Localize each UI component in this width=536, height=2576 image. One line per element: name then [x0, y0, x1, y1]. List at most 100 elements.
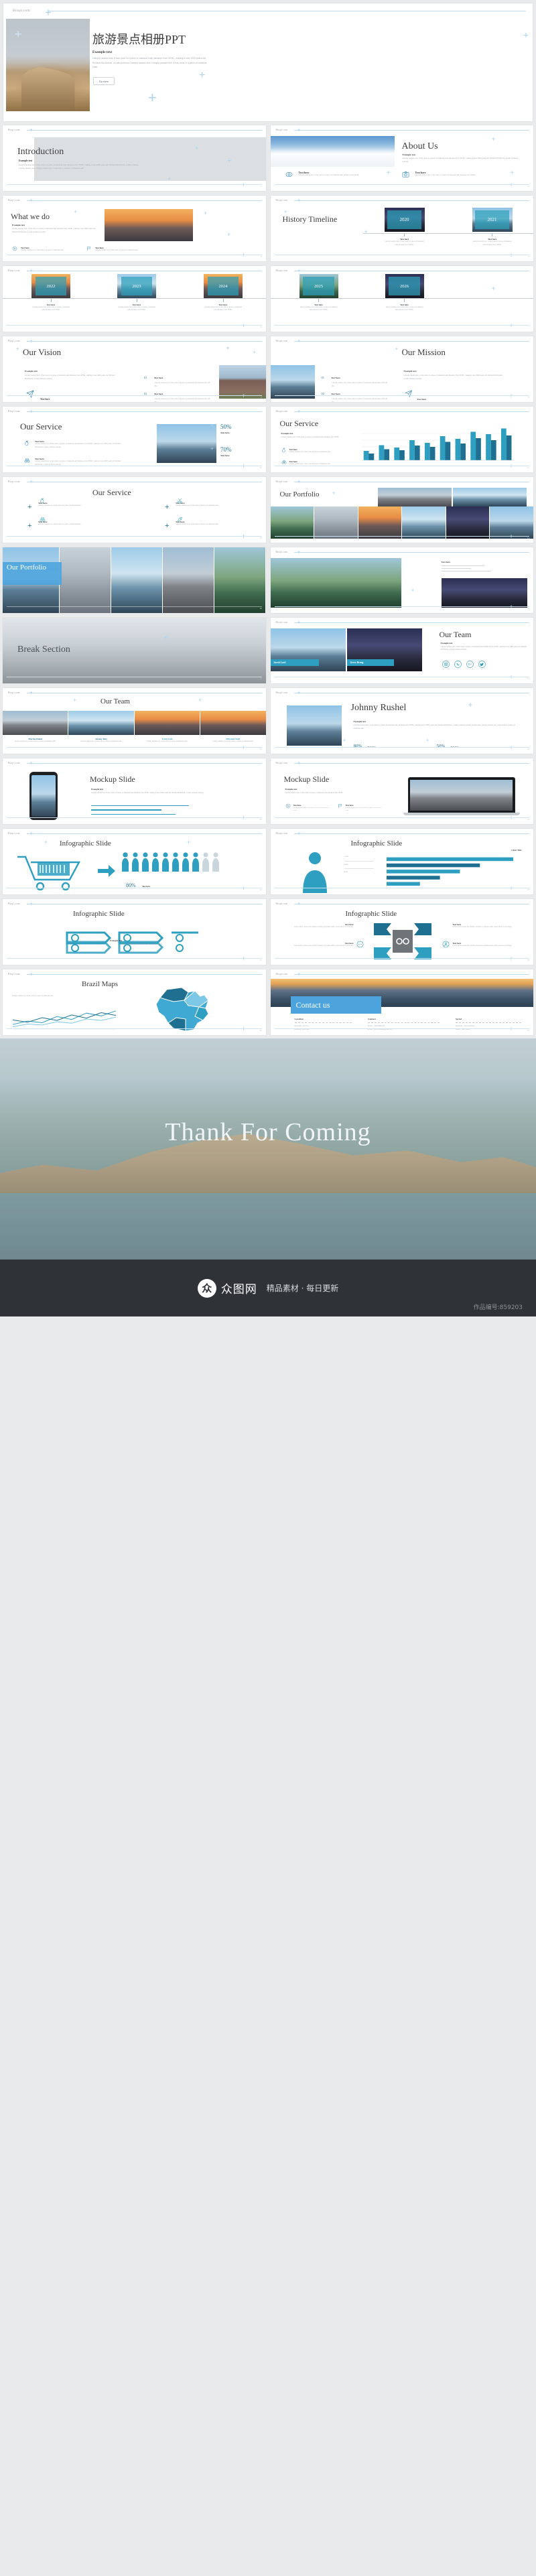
- vision-item-2[interactable]: 02 Text here Lsimply random text. It has…: [144, 386, 210, 402]
- mockup2-feature-1[interactable]: Text here Lsimply random text. It has ro…: [285, 803, 332, 812]
- service3-feature-1[interactable]: + Text here Lsimply random text. It has …: [27, 498, 112, 511]
- service2-feature-1[interactable]: Text here Lsimply random text. It has ro…: [281, 448, 344, 454]
- timeline-item[interactable]: 2025 Text here Lsimply random text. It h…: [297, 274, 340, 312]
- plus-icon: +: [29, 760, 34, 766]
- timeline-item[interactable]: 2024 Text here Lsimply random text. It h…: [202, 274, 245, 312]
- team1-subtitle: Example text: [440, 642, 453, 645]
- slide-team-1[interactable]: Bisqit.com + Sarah Lord Gerry Brong Our T…: [269, 617, 534, 684]
- slide-infographic-4[interactable]: Bisqit.com + Infographic Slide Text here …: [269, 898, 534, 965]
- team-member[interactable]: Jeremy Tuty Lsimply random text. It has …: [68, 711, 134, 743]
- slide-team-2[interactable]: Bisqit.com + Our Team + + Marina Dolmi Ls…: [2, 687, 267, 754]
- slide-break-section[interactable]: Break Section + 16: [2, 617, 267, 684]
- portfolio3-photo[interactable]: [270, 558, 401, 608]
- portfolio-photo[interactable]: [402, 506, 446, 539]
- mission-photo: [270, 365, 315, 399]
- wwd-feature-2[interactable]: Text here Lsimply random text. It has ro…: [86, 247, 152, 253]
- slide-brazil-maps[interactable]: Bisqit.com + Brazil Maps Lsimply random t…: [2, 969, 267, 1036]
- plus-icon: +: [510, 170, 515, 177]
- portfolio-photo[interactable]: [111, 547, 163, 613]
- about-title: About Us: [401, 141, 438, 151]
- mockup2-feature-2[interactable]: Text here Lsimply random text. It has ro…: [338, 804, 385, 812]
- feature-text: Lsimply random text. It has roots in a p…: [345, 807, 381, 812]
- portfolio-photo[interactable]: [270, 506, 314, 539]
- google-plus-icon[interactable]: G+: [466, 661, 474, 668]
- slide-portfolio-2[interactable]: Our Portfolio 14: [2, 547, 267, 614]
- slide-infographic-2[interactable]: Bisqit.com + Infographic Slide Lorem Ipsu…: [269, 828, 534, 895]
- portfolio-photo[interactable]: [214, 547, 266, 613]
- team-member[interactable]: Fredy Goll Lsimply random text. It has r…: [134, 711, 200, 743]
- team-member[interactable]: Miranda Stuff Lsimply random text. It ha…: [200, 711, 266, 743]
- info4-item-2[interactable]: Text here Lorem ipsum comes from section…: [289, 942, 354, 947]
- portfolio-photo[interactable]: [358, 506, 402, 539]
- slide-cover[interactable]: Bisqit.com + + 旅游景点相册PPT Example text Ls…: [3, 3, 533, 122]
- portfolio-photo[interactable]: [163, 547, 214, 613]
- target-icon: [12, 246, 17, 251]
- stat-label: Text here: [220, 431, 230, 434]
- go-view-button[interactable]: Go view: [93, 77, 115, 85]
- plus-icon: +: [297, 549, 301, 555]
- brand-label: Bisqit.com: [8, 480, 20, 483]
- slide-portfolio-1[interactable]: Bisqit.com + Our Portfolio + + 13: [269, 476, 534, 543]
- plus-icon: +: [44, 839, 48, 845]
- slide-contact[interactable]: Bisqit.com + Contact us Location Boulevar…: [269, 969, 534, 1036]
- service3-feature-2[interactable]: + Text here Lsimply random text. It has …: [165, 498, 249, 511]
- portfolio-photo-top[interactable]: [452, 488, 527, 506]
- money-bag-icon: [40, 498, 44, 504]
- portfolio-photo-top[interactable]: [377, 488, 452, 506]
- feature-text: Lsimply random text. It has roots in a p…: [415, 174, 476, 176]
- brand-label: Bisqit.com: [8, 199, 20, 202]
- slide-history-timeline[interactable]: Bisqit.com + History Timeline + + 2020 Te…: [269, 195, 534, 262]
- slide-mockup-2[interactable]: Bisqit.com + Mockup Slide Example text Ls…: [269, 758, 534, 825]
- slide-introduction[interactable]: Bisqit.com + Introduction Example text Ls…: [2, 125, 267, 192]
- page-number: 5: [529, 255, 530, 258]
- feature-text: Lsimply random text. It has roots in a p…: [289, 452, 331, 453]
- about-feature-2[interactable]: Text here Lsimply random text. It has ro…: [402, 171, 489, 178]
- instagram-icon[interactable]: [442, 661, 450, 668]
- slide-infographic-3[interactable]: Bisqit.com + Infographic Slide Example te…: [2, 898, 267, 965]
- team-photo[interactable]: Sarah Lord: [270, 628, 346, 671]
- camera-icon: [402, 172, 409, 178]
- portfolio-photo[interactable]: [490, 506, 533, 539]
- mockup1-bars: [91, 805, 205, 815]
- vision-cta[interactable]: Text here: [25, 390, 50, 402]
- slide-infographic-1[interactable]: Bisqit.com + Infographic Slide + + 80% T…: [2, 828, 267, 895]
- plus-icon: +: [199, 70, 206, 81]
- slide-our-service-2[interactable]: Bisqit.com + Our Service Example text Lsi…: [269, 406, 534, 473]
- wwd-feature-1[interactable]: Text here Lsimply random text. It has ro…: [12, 246, 78, 253]
- team-member[interactable]: Marina Dolmi Lsimply random text. It has…: [3, 711, 68, 743]
- slide-our-service-1[interactable]: Bisqit.com + Our Service 50% Text here 70…: [2, 406, 267, 473]
- info4-item-1[interactable]: Text here Lorem ipsum comes from section…: [289, 923, 354, 929]
- slide-what-we-do[interactable]: Bisqit.com + What we do Example text Lsim…: [2, 195, 267, 262]
- slide-our-mission[interactable]: Bisqit.com + Our Mission + Example text L…: [269, 336, 534, 403]
- portfolio3-photo-2[interactable]: [441, 578, 527, 608]
- slide-history-timeline-2[interactable]: Bisqit.com + 2022 Text here Lsimply rando…: [2, 265, 267, 332]
- slide-our-vision[interactable]: Bisqit.com + Our Vision + + + Example tex…: [2, 336, 267, 403]
- service1-feature-1[interactable]: Text here Lsimply random text. It has ro…: [24, 440, 121, 449]
- team-photo[interactable]: Gerry Brong: [346, 628, 422, 671]
- slide-history-timeline-3[interactable]: Bisqit.com + 2025 Text here Lsimply rando…: [269, 265, 534, 332]
- timeline-item[interactable]: 2026 Text here Lsimply random text. It h…: [383, 274, 426, 312]
- twitter-icon[interactable]: [478, 661, 486, 668]
- timeline-item[interactable]: 2022 Text here Lsimply random text. It h…: [29, 274, 72, 312]
- about-feature-1[interactable]: Text here Lsimply random text. It has ro…: [285, 171, 373, 178]
- slide-mockup-1[interactable]: Bisqit.com + Mockup Slide Example text Ls…: [2, 758, 267, 825]
- whatsapp-icon[interactable]: [454, 661, 462, 668]
- plus-icon: +: [509, 744, 513, 752]
- service3-feature-3[interactable]: + Text here Lsimply random text. It has …: [27, 517, 112, 530]
- slide-portfolio-3[interactable]: Bisqit.com + Text here + + 15: [269, 547, 534, 614]
- portfolio-photo[interactable]: [314, 506, 358, 539]
- mission-item-2[interactable]: 02 Text here Lsimply random text. It has…: [322, 386, 387, 402]
- portfolio-photo[interactable]: [59, 547, 111, 613]
- info4-item-4[interactable]: Text here Lorem ipsum comes from section…: [453, 942, 517, 947]
- mission-cta[interactable]: Text here: [405, 390, 426, 402]
- service3-feature-4[interactable]: + Text here Lsimply random text. It has …: [165, 517, 249, 530]
- slide-profile[interactable]: Bisqit.com + Johnny Rushel + Example text…: [269, 687, 534, 754]
- timeline-item[interactable]: 2023 Text here Lsimply random text. It h…: [115, 274, 158, 312]
- portfolio-photo[interactable]: [446, 506, 490, 539]
- slide-about-us[interactable]: Bisqit.com + About Us Example text Lsimpl…: [269, 125, 534, 192]
- page-number: 24: [259, 959, 262, 961]
- timeline-item[interactable]: 2020 Text here Lsimply random text. It h…: [383, 208, 426, 247]
- slide-our-service-3[interactable]: Bisqit.com + Our Service + Text here Lsim…: [2, 476, 267, 543]
- info4-item-3[interactable]: Text here Lorem ipsum comes from section…: [453, 923, 517, 929]
- timeline-item[interactable]: 2021 Text here Lsimply random text. It h…: [471, 208, 514, 247]
